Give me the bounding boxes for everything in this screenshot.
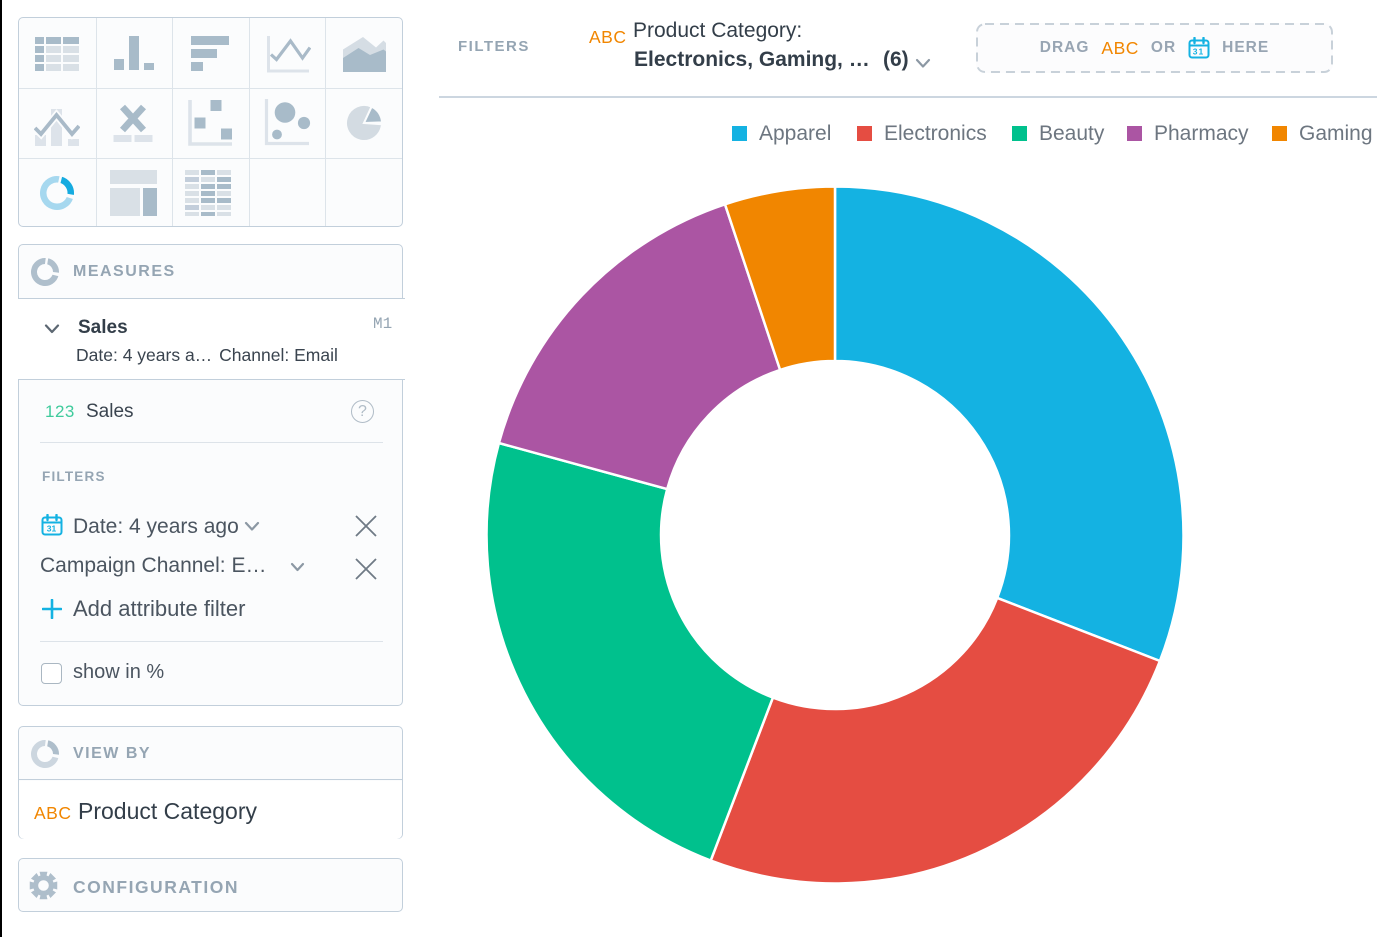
svg-text:31: 31 [47,524,57,534]
svg-text:31: 31 [1193,47,1204,57]
